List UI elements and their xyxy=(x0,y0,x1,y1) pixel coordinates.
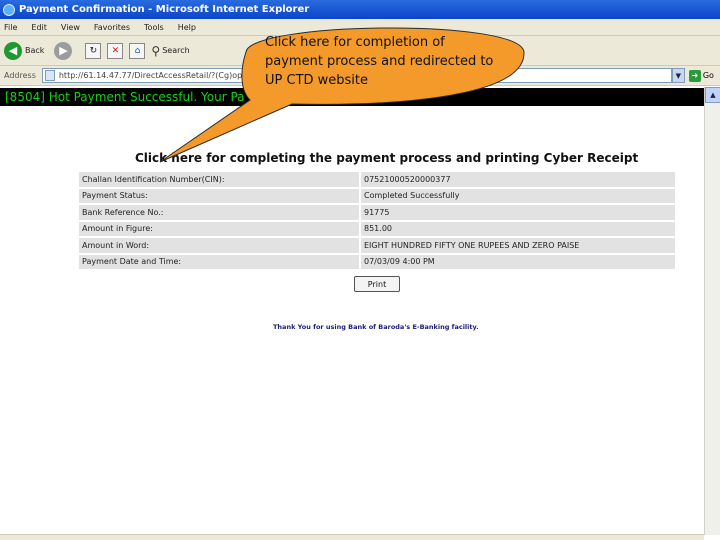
search-label: Search xyxy=(162,46,190,55)
home-icon[interactable]: ⌂ xyxy=(129,42,146,59)
table-row: Payment Date and Time: 07/03/09 4:00 PM xyxy=(77,252,677,271)
row-label: Amount in Figure: xyxy=(77,219,361,238)
menu-file[interactable]: File xyxy=(4,23,17,32)
stop-icon[interactable]: ✕ xyxy=(107,42,124,59)
row-value: 851.00 xyxy=(359,219,677,238)
table-row: Amount in Figure: 851.00 xyxy=(77,219,677,238)
menu-help[interactable]: Help xyxy=(178,23,196,32)
page-icon xyxy=(44,70,55,81)
scroll-up-icon[interactable]: ▲ xyxy=(705,87,720,103)
refresh-icon[interactable]: ↻ xyxy=(85,42,102,59)
table-row: Challan Identification Number(CIN): 0752… xyxy=(77,170,677,189)
row-label: Challan Identification Number(CIN): xyxy=(77,170,361,189)
search-button[interactable]: ⚲ Search xyxy=(151,44,189,58)
address-label: Address xyxy=(4,71,36,80)
row-value: EIGHT HUNDRED FIFTY ONE RUPEES AND ZERO … xyxy=(359,236,677,255)
go-label: Go xyxy=(702,71,714,80)
back-label: Back xyxy=(25,46,45,55)
forward-arrow-icon: ▶ xyxy=(54,41,73,60)
status-bar xyxy=(0,534,704,540)
table-row: Bank Reference No.: 91775 xyxy=(77,203,677,222)
print-button[interactable]: Print xyxy=(354,276,400,292)
receipt-table: Challan Identification Number(CIN): 0752… xyxy=(77,170,677,271)
back-button[interactable]: ◀ Back xyxy=(4,41,45,60)
row-label: Bank Reference No.: xyxy=(77,203,361,222)
menu-tools[interactable]: Tools xyxy=(144,23,164,32)
row-value: 07521000520000377 xyxy=(359,170,677,189)
window-title-bar: Payment Confirmation - Microsoft Interne… xyxy=(0,0,720,19)
row-value: Completed Successfully xyxy=(359,186,677,205)
row-label: Amount in Word: xyxy=(77,236,361,255)
row-value: 91775 xyxy=(359,203,677,222)
go-arrow-icon: ➜ xyxy=(688,69,701,82)
ie-logo-icon xyxy=(3,3,15,16)
row-value: 07/03/09 4:00 PM xyxy=(359,252,677,271)
thank-you-message: Thank You for using Bank of Baroda's E-B… xyxy=(273,323,479,331)
search-icon: ⚲ xyxy=(151,43,161,58)
table-row: Amount in Word: EIGHT HUNDRED FIFTY ONE … xyxy=(77,236,677,255)
row-label: Payment Status: xyxy=(77,186,361,205)
menu-edit[interactable]: Edit xyxy=(31,23,47,32)
address-dropdown-icon[interactable]: ▼ xyxy=(671,68,685,83)
go-button[interactable]: ➜ Go xyxy=(688,69,714,82)
vertical-scrollbar[interactable]: ▲ xyxy=(704,87,720,535)
payment-status-banner: [8504] Hot Payment Successful. Your Pa xyxy=(0,88,704,106)
back-arrow-icon: ◀ xyxy=(4,41,22,60)
forward-button[interactable]: ▶ xyxy=(54,41,75,60)
window-title: Payment Confirmation - Microsoft Interne… xyxy=(19,4,310,15)
table-row: Payment Status: Completed Successfully xyxy=(77,186,677,205)
row-label: Payment Date and Time: xyxy=(77,252,361,271)
receipt-heading-link[interactable]: Click here for completing the payment pr… xyxy=(135,151,638,165)
callout-text: Click here for completion of payment pro… xyxy=(265,35,494,88)
menu-favorites[interactable]: Favorites xyxy=(94,23,130,32)
menu-view[interactable]: View xyxy=(61,23,80,32)
